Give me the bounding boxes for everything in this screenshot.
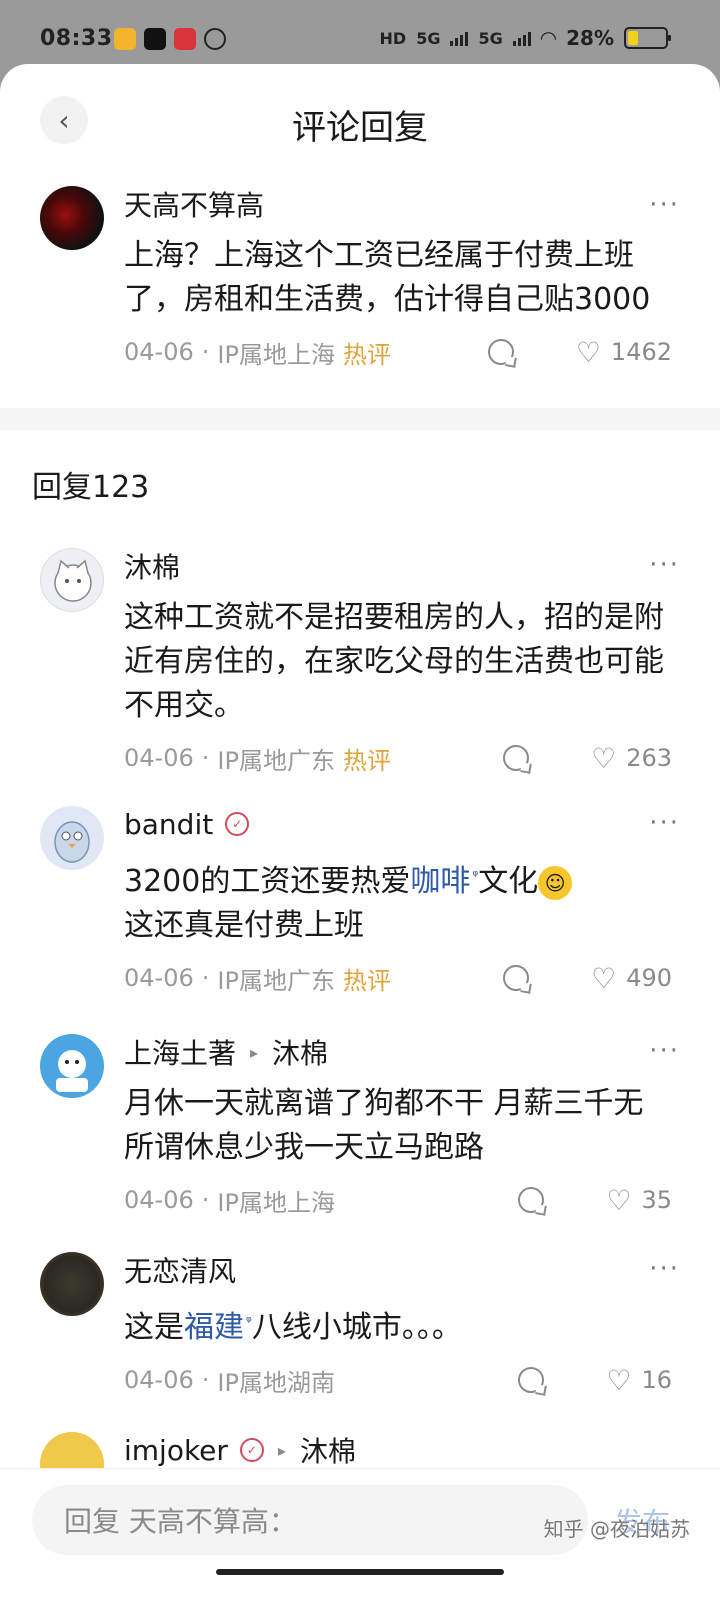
reply-meta: 04-06 · IP属地上海 ♡ 35 <box>124 1183 672 1217</box>
reply-text: 3200的工资还要热爱咖啡 ᵠ文化 ☺ 这还真是付费上班 <box>124 854 672 948</box>
reply-item: imjoker ✓ ▸ 沐棉 <box>0 1430 720 1496</box>
like-count: 263 <box>626 744 672 772</box>
reply-ip: IP属地广东 <box>217 746 335 775</box>
reply-icon[interactable] <box>503 965 530 991</box>
home-indicator[interactable] <box>216 1569 504 1575</box>
reply-icon[interactable] <box>518 1367 545 1393</box>
reply-text: 月休一天就离谱了狗都不干 月薪三千无所谓休息少我一天立马跑路 <box>124 1086 644 1165</box>
verified-badge-icon: ✓ <box>225 812 250 836</box>
reply-author[interactable]: bandit <box>124 808 213 841</box>
reply-icon[interactable] <box>518 1187 545 1213</box>
topic-link[interactable]: 福建 ᵠ <box>184 1310 252 1345</box>
reply-item: ··· 沐棉 这种工资就不是招要租房的人，招的是附近有房住的，在家吃父母的生活费… <box>0 546 720 778</box>
reply-to-arrow-icon: ▸ <box>250 1042 259 1062</box>
signal-1-label: 5G <box>416 28 441 48</box>
reply-to-user[interactable]: 沐棉 <box>272 1032 328 1072</box>
topic-link[interactable]: 咖啡 ᵠ <box>410 864 478 899</box>
heart-icon[interactable]: ♡ <box>591 962 616 995</box>
laughing-emoji-icon: ☺ <box>538 865 573 900</box>
reply-to-arrow-icon: ▸ <box>277 1440 286 1460</box>
reply-author[interactable]: 沐棉 <box>124 546 180 586</box>
avatar[interactable] <box>40 1252 104 1316</box>
like-count: 35 <box>641 1186 672 1214</box>
comment-author[interactable]: 天高不算高 <box>124 184 264 224</box>
comment-reply-sheet: ‹ 评论回复 ··· 天高不算高 上海？上海这个工资已经属于付费上班了，房租和生… <box>0 64 720 1600</box>
reply-author[interactable]: imjoker <box>124 1434 228 1467</box>
weibo-app-icon <box>114 28 136 50</box>
more-options-icon[interactable]: ··· <box>649 808 680 838</box>
reply-text: 这种工资就不是招要租房的人，招的是附近有房住的，在家吃父母的生活费也可能不用交。 <box>124 600 664 723</box>
header: ‹ 评论回复 <box>0 64 720 176</box>
comment-ip: IP属地上海 <box>217 340 335 369</box>
reply-input[interactable]: 回复 天高不算高： <box>32 1485 588 1555</box>
reply-date: 04-06 <box>124 1186 194 1214</box>
reply-meta: 04-06 · IP属地广东 热评 ♡ 263 <box>124 741 672 775</box>
avatar[interactable] <box>40 548 104 612</box>
reply-author[interactable]: 无恋清风 <box>124 1250 236 1290</box>
reply-to-user[interactable]: 沐棉 <box>300 1430 356 1470</box>
hot-badge: 热评 <box>342 746 391 775</box>
status-indicators: HD 5G 5G ◠ 28% <box>379 26 671 50</box>
avatar[interactable] <box>40 1034 104 1098</box>
signal-2-label: 5G <box>478 28 503 48</box>
reply-count: 回复123 <box>32 470 150 505</box>
reply-author[interactable]: 上海土著 <box>124 1032 236 1072</box>
reply-meta: 04-06 · IP属地湖南 ♡ 16 <box>124 1363 672 1397</box>
avatar[interactable] <box>40 806 104 870</box>
hot-badge: 热评 <box>342 340 391 369</box>
page-title: 评论回复 <box>292 108 428 148</box>
comment-meta: 04-06 · IP属地上海 热评 ♡ 1462 <box>124 335 672 369</box>
reply-ip: IP属地湖南 <box>217 1368 335 1397</box>
reply-ip: IP属地广东 <box>217 966 335 995</box>
reply-date: 04-06 <box>124 1366 194 1394</box>
more-options-icon[interactable]: ··· <box>649 550 680 580</box>
reply-meta: 04-06 · IP属地广东 热评 ♡ 490 <box>124 961 672 995</box>
douyin-app-icon <box>144 28 166 50</box>
reply-date: 04-06 <box>124 964 194 992</box>
wifi-icon: ◠ <box>540 26 557 50</box>
link-app-icon <box>204 28 226 50</box>
status-time: 08:33 <box>40 26 113 51</box>
section-divider <box>0 408 720 430</box>
reply-date: 04-06 <box>124 744 194 772</box>
reply-icon[interactable] <box>503 745 530 771</box>
hot-badge: 热评 <box>342 966 391 995</box>
hd-icon: HD <box>379 28 407 48</box>
reply-item: ··· bandit ✓ 3200的工资还要热爱咖啡 ᵠ文化 ☺ 这还真是付费上班 … <box>0 804 720 998</box>
heart-icon[interactable]: ♡ <box>591 742 616 775</box>
battery-percent: 28% <box>566 26 614 50</box>
main-comment: ··· 天高不算高 上海？上海这个工资已经属于付费上班了，房租和生活费，估计得自… <box>0 176 720 372</box>
reply-icon[interactable] <box>487 339 514 365</box>
signal-2-icon <box>512 30 531 46</box>
comment-text: 上海？上海这个工资已经属于付费上班了，房租和生活费，估计得自己贴3000 <box>124 238 651 317</box>
more-options-icon[interactable]: ··· <box>649 190 680 220</box>
comment-date: 04-06 <box>124 338 194 366</box>
heart-icon[interactable]: ♡ <box>606 1184 631 1217</box>
avatar[interactable] <box>40 186 104 250</box>
like-count: 490 <box>626 964 672 992</box>
reply-item: ··· 无恋清风 这是福建 ᵠ八线小城市。。。 04-06 · IP属地湖南 ♡ … <box>0 1250 720 1400</box>
battery-icon <box>624 27 671 49</box>
more-options-icon[interactable]: ··· <box>649 1036 680 1066</box>
heart-icon[interactable]: ♡ <box>606 1364 631 1397</box>
reply-text: 这是福建 ᵠ八线小城市。。。 <box>124 1310 462 1345</box>
reply-input-bar: 回复 天高不算高： 发布 知乎 @夜泊姑苏 <box>0 1468 720 1600</box>
qidian-app-icon <box>174 28 196 50</box>
verified-badge-icon: ✓ <box>239 1438 264 1462</box>
more-options-icon[interactable]: ··· <box>649 1254 680 1284</box>
signal-1-icon <box>450 30 469 46</box>
watermark: 知乎 @夜泊姑苏 <box>543 1517 690 1541</box>
reply-ip: IP属地上海 <box>217 1188 335 1217</box>
like-count: 16 <box>641 1366 672 1394</box>
heart-icon[interactable]: ♡ <box>576 336 601 369</box>
reply-item: ··· 上海土著 ▸ 沐棉 月休一天就离谱了狗都不干 月薪三千无所谓休息少我一天… <box>0 1032 720 1220</box>
like-count: 1462 <box>610 338 672 366</box>
